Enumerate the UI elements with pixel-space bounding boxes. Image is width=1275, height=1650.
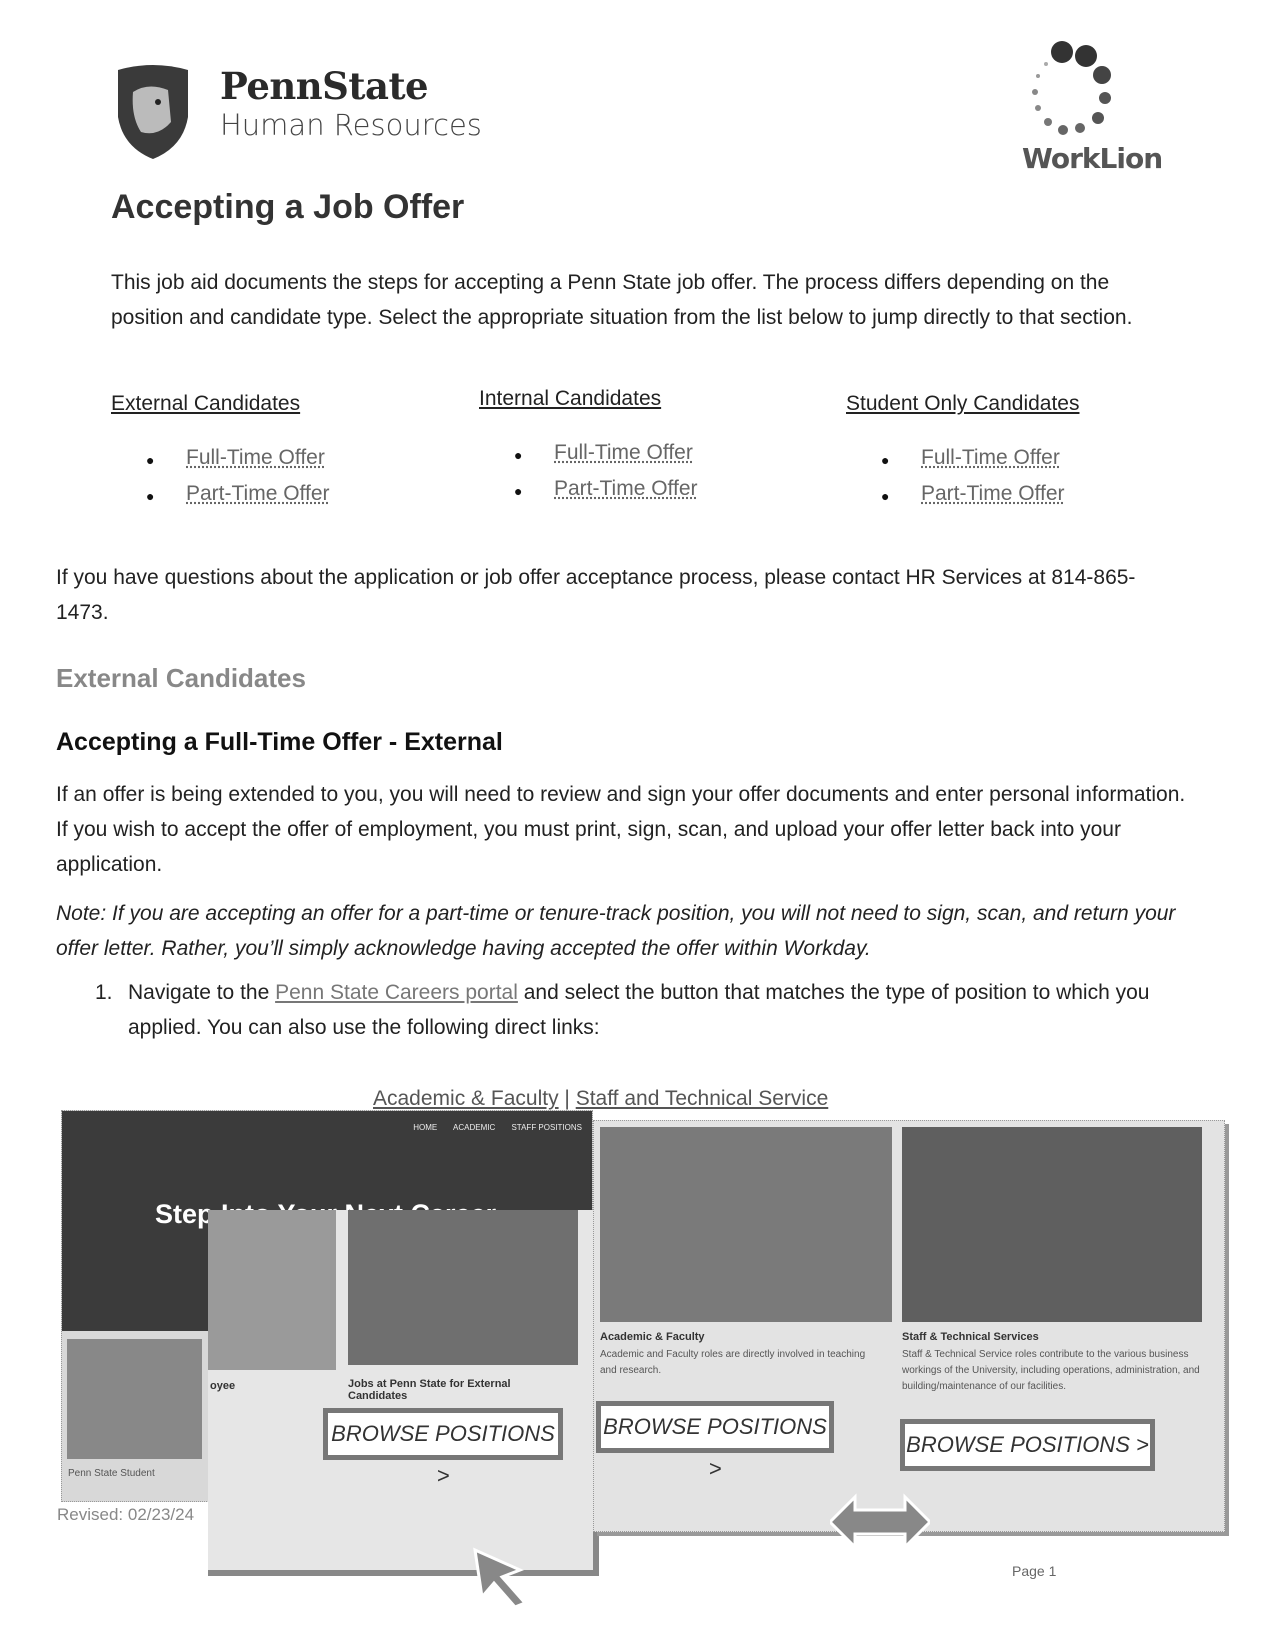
link-separator: | (558, 1087, 576, 1110)
portal-nav-academic[interactable]: ACADEMIC (453, 1123, 495, 1132)
academic-photo (600, 1127, 892, 1322)
staff-card-text: Staff & Technical Service roles contribu… (902, 1349, 1200, 1392)
step-1: 1. Navigate to the Penn State Careers po… (95, 975, 1155, 1045)
portal-nav-staff[interactable]: STAFF POSITIONS (511, 1123, 582, 1132)
section-heading-external: External Candidates (56, 663, 306, 693)
staff-technical-link[interactable]: Staff and Technical Service (576, 1087, 829, 1110)
external-card-title: Jobs at Penn State for External Candidat… (348, 1378, 511, 1402)
double-arrow-icon (830, 1493, 930, 1551)
staff-photo (902, 1127, 1202, 1322)
mouse-cursor-icon (473, 1547, 528, 1609)
column-student: Student Only Candidates Full-Time Offer … (846, 392, 1079, 518)
link-external-part-time[interactable]: Part-Time Offer (146, 482, 330, 518)
direct-links: Academic & Faculty | Staff and Technical… (373, 1087, 828, 1111)
column-external: External Candidates Full-Time Offer Part… (111, 392, 330, 518)
academic-card-title: Academic & Faculty (600, 1331, 705, 1343)
student-photo (67, 1339, 202, 1459)
browse-positions-button-staff[interactable]: BROWSE POSITIONS > (900, 1419, 1155, 1471)
link-student-full-time[interactable]: Full-Time Offer (881, 446, 1079, 482)
link-internal-full-time[interactable]: Full-Time Offer (514, 441, 698, 477)
subsection-heading: Accepting a Full-Time Offer - External (56, 728, 503, 756)
external-links-list: Full-Time Offer Part-Time Offer (146, 446, 330, 518)
revised-date: Revised: 02/23/24 (57, 1505, 195, 1524)
staff-card-title: Staff & Technical Services (902, 1331, 1039, 1343)
note-paragraph: Note: If you are accepting an offer for … (56, 902, 1176, 960)
job-categories-screenshot: Academic & Faculty Academic and Faculty … (593, 1120, 1225, 1532)
portal-nav: HOME ACADEMIC STAFF POSITIONS (413, 1123, 582, 1132)
portal-cards-screenshot: oyee Jobs at Penn State for External Can… (208, 1210, 599, 1576)
browse-positions-button-external[interactable]: BROWSE POSITIONS > (323, 1408, 563, 1488)
column-heading-student[interactable]: Student Only Candidates (846, 392, 1079, 416)
lion-photo (208, 1210, 336, 1370)
worklion-logo-text: WorkLion (1022, 142, 1163, 175)
internal-links-list: Full-Time Offer Part-Time Offer (514, 441, 698, 513)
document-title: Accepting a Job Offer (111, 188, 465, 226)
link-internal-part-time[interactable]: Part-Time Offer (514, 477, 698, 513)
group-photo (348, 1210, 578, 1365)
student-caption: Penn State Student (68, 1468, 155, 1479)
nittany-lion-shield-icon (118, 65, 188, 159)
step-text-before: Navigate to the (128, 981, 276, 1004)
link-external-full-time[interactable]: Full-Time Offer (146, 446, 330, 482)
org-subtitle: Human Resources (220, 108, 482, 142)
portal-nav-home[interactable]: HOME (413, 1123, 437, 1132)
column-internal: Internal Candidates Full-Time Offer Part… (479, 387, 698, 513)
intro-paragraph: This job aid documents the steps for acc… (111, 271, 1133, 329)
column-heading-internal[interactable]: Internal Candidates (479, 387, 698, 411)
student-links-list: Full-Time Offer Part-Time Offer (881, 446, 1079, 518)
link-student-part-time[interactable]: Part-Time Offer (881, 482, 1079, 518)
step-number: 1. (95, 981, 113, 1004)
employee-card-title: oyee (210, 1380, 236, 1392)
org-name: PennState (220, 64, 429, 108)
offer-paragraph: If an offer is being extended to you, yo… (56, 783, 1186, 876)
page-number: Page 1 (1012, 1563, 1057, 1579)
column-heading-external[interactable]: External Candidates (111, 392, 330, 416)
contact-paragraph: If you have questions about the applicat… (56, 566, 1136, 624)
academic-faculty-link[interactable]: Academic & Faculty (373, 1087, 559, 1110)
academic-card-text: Academic and Faculty roles are directly … (600, 1349, 866, 1376)
careers-portal-link[interactable]: Penn State Careers portal (275, 981, 518, 1004)
browse-positions-button-academic[interactable]: BROWSE POSITIONS > (596, 1401, 834, 1481)
